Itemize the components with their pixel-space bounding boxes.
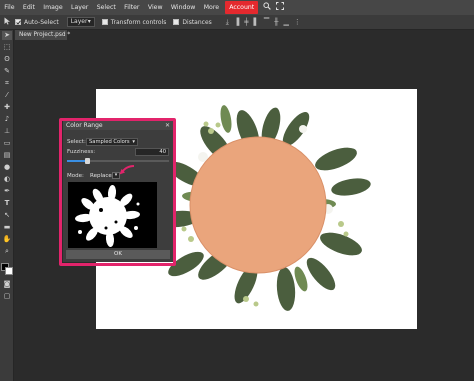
distances-toggle[interactable]: Distances bbox=[173, 18, 212, 26]
photopea-app: File Edit Image Layer Select Filter View… bbox=[0, 0, 474, 381]
pen-tool-icon[interactable]: ✒ bbox=[2, 187, 12, 196]
ok-button[interactable]: OK bbox=[66, 250, 170, 259]
mode-value: Replace bbox=[90, 173, 112, 179]
dodge-tool-icon[interactable]: ◐ bbox=[2, 175, 12, 184]
quick-mask-icon[interactable]: ◙ bbox=[2, 280, 12, 289]
transform-controls-toggle[interactable]: Transform controls bbox=[101, 18, 167, 26]
download-icon[interactable]: ⤓ bbox=[226, 18, 229, 27]
eraser-tool-icon[interactable]: ▭ bbox=[2, 139, 12, 148]
align-center-icon[interactable]: ╪ bbox=[244, 18, 248, 26]
auto-select-checkbox[interactable] bbox=[15, 19, 21, 25]
eyedropper-tool-icon[interactable]: ⁄ bbox=[2, 91, 12, 100]
align-right-icon[interactable]: ▌ bbox=[254, 18, 259, 26]
layer-select-value: Layer bbox=[70, 18, 88, 25]
selection-preview bbox=[68, 182, 157, 248]
menu-file[interactable]: File bbox=[0, 0, 19, 15]
color-range-dialog: Color Range ✕ Select: Sampled Colors ▾ F… bbox=[63, 121, 173, 262]
align-bottom-icon[interactable]: ▁ bbox=[284, 18, 289, 26]
screen-mode-icon[interactable]: ▢ bbox=[2, 292, 12, 301]
fuzziness-slider[interactable] bbox=[67, 158, 169, 164]
lasso-tool-icon[interactable]: ʘ bbox=[2, 55, 12, 64]
menu-image[interactable]: Image bbox=[39, 0, 67, 15]
align-top-icon[interactable]: ▔ bbox=[264, 18, 269, 26]
chevron-down-icon: ▾ bbox=[87, 18, 91, 25]
menu-window[interactable]: Window bbox=[167, 0, 200, 15]
distances-label: Distances bbox=[182, 18, 212, 26]
select-dropdown-value: Sampled Colors bbox=[89, 139, 130, 145]
chevron-down-icon: ▾ bbox=[132, 139, 135, 145]
mode-label: Mode: bbox=[67, 173, 84, 179]
menu-filter[interactable]: Filter bbox=[120, 0, 144, 15]
close-icon[interactable]: ✕ bbox=[165, 121, 170, 130]
distances-checkbox[interactable] bbox=[173, 19, 180, 25]
dialog-title: Color Range bbox=[63, 121, 173, 130]
align-left-icon[interactable]: ▐ bbox=[234, 18, 239, 26]
select-label: Select: bbox=[67, 139, 86, 145]
menu-select[interactable]: Select bbox=[93, 0, 120, 15]
document-tab-label: New Project.psd * bbox=[19, 32, 71, 38]
menu-bar: File Edit Image Layer Select Filter View… bbox=[0, 0, 474, 15]
search-icon[interactable] bbox=[263, 0, 272, 15]
selection-mask-image bbox=[68, 182, 157, 248]
path-select-tool-icon[interactable]: ↖ bbox=[2, 211, 12, 220]
healing-tool-icon[interactable]: ✚ bbox=[2, 103, 12, 112]
fuzziness-input[interactable]: 40 bbox=[135, 148, 169, 156]
marquee-tool-icon[interactable]: ⬚ bbox=[2, 43, 12, 52]
select-dropdown[interactable]: Sampled Colors ▾ bbox=[86, 138, 138, 146]
blur-tool-icon[interactable]: ● bbox=[2, 163, 12, 172]
gradient-tool-icon[interactable]: ▤ bbox=[2, 151, 12, 160]
hand-tool-icon[interactable]: ✋ bbox=[2, 235, 12, 244]
move-tool-icon[interactable]: ➤ bbox=[2, 31, 12, 40]
options-bar: Auto-Select Layer ▾ Transform controls D… bbox=[0, 15, 474, 30]
menu-view[interactable]: View bbox=[144, 0, 167, 15]
transform-controls-label: Transform controls bbox=[110, 18, 167, 26]
fullscreen-icon[interactable] bbox=[276, 0, 285, 15]
auto-select-toggle[interactable]: Auto-Select bbox=[15, 19, 59, 26]
auto-select-label: Auto-Select bbox=[24, 18, 59, 26]
type-tool-icon[interactable]: T bbox=[2, 199, 12, 208]
tools-panel: ➤ ⬚ ʘ ✎ ⌗ ⁄ ✚ ♪ ⊥ ▭ ▤ ● ◐ ✒ T ↖ ▬ ✋ ⌕ ◙ … bbox=[0, 30, 14, 381]
zoom-tool-icon[interactable]: ⌕ bbox=[2, 247, 12, 256]
transform-controls-checkbox[interactable] bbox=[101, 19, 108, 25]
layer-select[interactable]: Layer ▾ bbox=[66, 17, 95, 27]
align-middle-icon[interactable]: ╫ bbox=[274, 18, 278, 26]
distribute-icon[interactable]: ⋮ bbox=[294, 18, 301, 26]
brush-tool-icon[interactable]: ♪ bbox=[2, 115, 12, 124]
account-button[interactable]: Account bbox=[225, 1, 259, 14]
fuzziness-slider-handle[interactable] bbox=[85, 158, 90, 164]
menu-layer[interactable]: Layer bbox=[67, 0, 93, 15]
shape-tool-icon[interactable]: ▬ bbox=[2, 223, 12, 232]
menu-edit[interactable]: Edit bbox=[19, 0, 39, 15]
quick-select-tool-icon[interactable]: ✎ bbox=[2, 67, 12, 76]
fuzziness-slider-fill bbox=[67, 160, 87, 162]
clone-tool-icon[interactable]: ⊥ bbox=[2, 127, 12, 136]
fuzziness-label: Fuzziness: bbox=[67, 149, 96, 155]
annotation-arrow-icon bbox=[119, 165, 135, 175]
crop-tool-icon[interactable]: ⌗ bbox=[2, 79, 12, 88]
move-tool-options-icon bbox=[4, 17, 12, 27]
menu-more[interactable]: More bbox=[200, 0, 224, 15]
background-color-swatch[interactable] bbox=[5, 267, 13, 275]
document-tab[interactable]: New Project.psd * bbox=[15, 30, 71, 40]
